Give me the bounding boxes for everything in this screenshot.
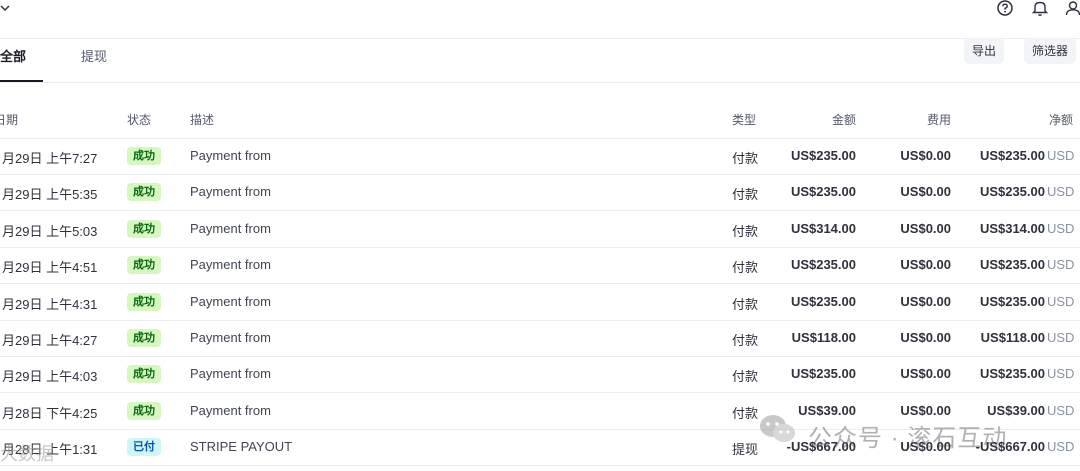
date-cell: 月29日 上午5:35 — [2, 187, 98, 203]
type-cell: 付款 — [732, 369, 759, 385]
tab-all[interactable]: 全部 — [0, 46, 26, 65]
currency-cell: USD — [1047, 330, 1075, 345]
type-cell: 付款 — [732, 260, 759, 276]
fee-cell: US$0.00 — [900, 330, 951, 345]
description-cell: Payment from — [190, 220, 271, 236]
type-cell: 付款 — [732, 296, 759, 312]
status-badge: 成功 — [127, 183, 161, 202]
active-tab-indicator — [0, 80, 43, 82]
description-cell: Payment from — [190, 293, 271, 309]
net-cell: US$235.00 — [979, 148, 1045, 163]
type-cell: 付款 — [732, 187, 759, 203]
table-row[interactable]: 月29日 上午7:27 成功 Payment from 付款 US$235.00 US$0… — [0, 138, 1080, 175]
type-cell: 付款 — [732, 333, 759, 348]
fee-cell: US$0.00 — [900, 184, 951, 200]
description-cell: Payment from — [190, 148, 271, 163]
amount-cell: US$235.00 — [790, 293, 856, 309]
table-header: 日期 状态 描述 类型 金额 费用 净额 — [0, 100, 1080, 139]
column-header-description[interactable]: 描述 — [190, 111, 214, 128]
amount-cell: US$235.00 — [790, 366, 856, 382]
tab-withdrawals[interactable]: 提现 — [81, 46, 107, 65]
filter-button[interactable]: 筛选器 — [1024, 38, 1077, 64]
description-cell: Payment from — [190, 366, 271, 382]
status-badge: 已付 — [127, 438, 161, 457]
user-icon[interactable] — [1064, 0, 1080, 18]
status-badge: 成功 — [127, 256, 161, 275]
amount-cell: US$235.00 — [790, 257, 856, 273]
net-cell: US$235.00 — [979, 366, 1045, 382]
fee-cell: US$0.00 — [900, 148, 951, 163]
type-cell: 付款 — [732, 405, 759, 421]
type-cell: 付款 — [732, 151, 759, 166]
type-cell: 提现 — [732, 442, 759, 458]
fee-cell: US$0.00 — [900, 366, 951, 382]
date-cell: 月29日 上午5:03 — [2, 223, 98, 239]
table-row[interactable]: 月29日 上午4:51 成功 Payment from 付款 US$235.00 US$0… — [0, 247, 1080, 285]
amount-cell: US$118.00 — [791, 330, 856, 345]
date-cell: 月29日 上午7:27 — [2, 151, 98, 166]
date-cell: 月28日 下午4:25 — [2, 405, 98, 421]
column-header-amount[interactable]: 金额 — [796, 111, 856, 128]
description-cell: Payment from — [190, 402, 271, 418]
currency-cell: USD — [1047, 366, 1075, 382]
status-badge: 成功 — [127, 401, 161, 420]
column-header-type[interactable]: 类型 — [732, 111, 756, 128]
description-cell: Payment from — [190, 257, 271, 273]
status-badge: 成功 — [127, 329, 161, 347]
net-cell: US$235.00 — [979, 257, 1045, 273]
net-cell: US$235.00 — [979, 184, 1045, 200]
status-badge: 成功 — [127, 365, 161, 384]
watermark: 公众号 · 滚石互动 — [758, 410, 1058, 452]
net-cell: US$118.00 — [980, 330, 1045, 345]
chevron-down-icon[interactable] — [0, 2, 11, 14]
column-header-date[interactable]: 日期 — [0, 111, 18, 128]
currency-cell: USD — [1047, 257, 1075, 273]
export-button[interactable]: 导出 — [964, 38, 1005, 64]
date-cell: 月29日 上午4:27 — [2, 333, 98, 348]
bell-icon[interactable] — [1031, 0, 1049, 18]
column-header-status[interactable]: 状态 — [127, 111, 151, 128]
description-cell: Payment from — [190, 184, 271, 200]
currency-cell: USD — [1047, 184, 1075, 200]
top-bar — [0, 0, 1080, 39]
table-row[interactable]: 月29日 上午4:27 成功 Payment from 付款 US$118.00 US$0… — [0, 320, 1080, 357]
currency-cell: USD — [1047, 148, 1075, 163]
help-icon[interactable] — [996, 0, 1014, 18]
description-cell: STRIPE PAYOUT — [190, 439, 293, 455]
watermark-text-secondary: 大数据 — [0, 444, 54, 464]
net-cell: US$314.00 — [979, 220, 1045, 236]
currency-cell: USD — [1047, 220, 1075, 236]
status-badge: 成功 — [127, 292, 161, 311]
column-header-net[interactable]: 净额 — [1013, 111, 1073, 128]
type-cell: 付款 — [732, 223, 759, 239]
fee-cell: US$0.00 — [900, 293, 951, 309]
amount-cell: US$235.00 — [790, 184, 856, 200]
table-row[interactable]: 月29日 上午4:03 成功 Payment from 付款 US$235.00 US$0… — [0, 356, 1080, 394]
description-cell: Payment from — [190, 330, 271, 345]
table-row[interactable]: 月29日 上午4:31 成功 Payment from 付款 US$235.00 US$0… — [0, 284, 1080, 321]
tab-bar: 全部 提现 — [0, 38, 1080, 83]
date-cell: 月29日 上午4:03 — [2, 369, 98, 385]
date-cell: 月29日 上午4:31 — [2, 296, 98, 312]
fee-cell: US$0.00 — [900, 220, 951, 236]
status-badge: 成功 — [127, 219, 161, 238]
fee-cell: US$0.00 — [900, 257, 951, 273]
watermark-text: 公众号 · 滚石互动 — [808, 425, 1008, 452]
date-cell: 月29日 上午4:51 — [2, 260, 98, 276]
wechat-logo-icon — [760, 415, 795, 442]
currency-cell: USD — [1047, 293, 1075, 309]
table-row[interactable]: 月29日 上午5:35 成功 Payment from 付款 US$235.00 US$0… — [0, 174, 1080, 212]
status-badge: 成功 — [127, 147, 161, 165]
table-row[interactable]: 月29日 上午5:03 成功 Payment from 付款 US$314.00 US$0… — [0, 211, 1080, 248]
amount-cell: US$314.00 — [790, 220, 856, 236]
column-header-fee[interactable]: 费用 — [891, 111, 951, 128]
amount-cell: US$235.00 — [790, 148, 856, 163]
net-cell: US$235.00 — [979, 293, 1045, 309]
